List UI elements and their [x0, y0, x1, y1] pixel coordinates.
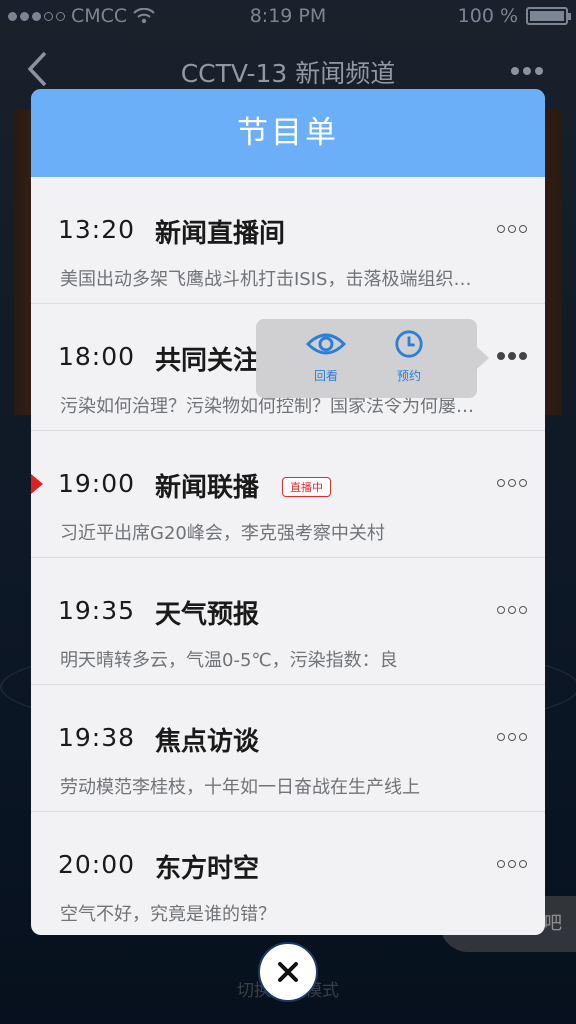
program-time: 18:00	[58, 342, 136, 371]
program-title: 共同关注	[155, 346, 260, 376]
program-item[interactable]: 19:38 焦点访谈 劳动模范李桂枝，十年如一日奋战在生产线上	[31, 685, 545, 812]
close-icon	[278, 962, 298, 982]
program-description: 空气不好，究竟是谁的错？	[60, 904, 276, 925]
reserve-label: 预约	[396, 369, 421, 383]
battery-icon	[526, 7, 571, 25]
battery-percent: 100 %	[457, 5, 518, 27]
program-more-icon[interactable]	[497, 733, 527, 741]
program-description: 习近平出席G20峰会，李克强考察中关村	[60, 523, 385, 544]
program-title: 东方时空	[155, 854, 260, 884]
program-time: 19:38	[58, 723, 136, 752]
program-description: 劳动模范李桂枝，十年如一日奋战在生产线上	[60, 777, 420, 798]
program-title: 焦点访谈	[155, 727, 260, 757]
modal-title: 节目单	[31, 89, 545, 177]
program-description: 明天晴转多云，气温0-5℃，污染指数：良	[60, 650, 398, 671]
eye-icon	[305, 333, 347, 355]
replay-button[interactable]: 回看	[286, 329, 366, 384]
status-bar: CMCC 8:19 PM 100 %	[0, 0, 576, 34]
reserve-button[interactable]: 预约	[369, 329, 449, 384]
program-title: 天气预报	[155, 600, 260, 630]
program-time: 13:20	[58, 215, 136, 244]
program-more-icon[interactable]	[497, 479, 527, 487]
program-guide-modal: 节目单 13:20 新闻直播间 美国出动多架飞鹰战斗机打击ISIS，击落极端组织…	[31, 89, 545, 935]
program-item-live[interactable]: 19:00 新闻联播 直播中 习近平出席G20峰会，李克强考察中关村	[31, 431, 545, 558]
live-badge: 直播中	[282, 477, 331, 497]
program-item[interactable]: 20:00 东方时空 空气不好，究竟是谁的错？	[31, 812, 545, 935]
program-time: 19:00	[58, 469, 136, 498]
program-more-icon[interactable]	[497, 860, 527, 868]
program-more-icon[interactable]	[497, 352, 527, 360]
channel-title: CCTV-13 新闻频道	[180, 59, 396, 88]
more-dots-icon	[511, 67, 543, 75]
program-list: 13:20 新闻直播间 美国出动多架飞鹰战斗机打击ISIS，击落极端组织… 18…	[31, 177, 545, 935]
program-action-popover: 回看 预约	[256, 319, 489, 398]
program-item[interactable]: 13:20 新闻直播间 美国出动多架飞鹰战斗机打击ISIS，击落极端组织…	[31, 177, 545, 304]
program-title: 新闻直播间	[155, 219, 286, 249]
close-button[interactable]	[258, 942, 318, 1002]
program-time: 19:35	[58, 596, 136, 625]
live-marker-icon	[31, 474, 43, 494]
program-more-icon[interactable]	[497, 225, 527, 233]
program-more-icon[interactable]	[497, 606, 527, 614]
program-title: 新闻联播	[155, 473, 260, 503]
program-time: 20:00	[58, 850, 136, 879]
program-description: 美国出动多架飞鹰战斗机打击ISIS，击落极端组织…	[60, 269, 472, 290]
replay-label: 回看	[313, 369, 338, 383]
program-item[interactable]: 19:35 天气预报 明天晴转多云，气温0-5℃，污染指数：良	[31, 558, 545, 685]
clock-icon	[395, 330, 423, 358]
more-button[interactable]	[510, 50, 544, 83]
